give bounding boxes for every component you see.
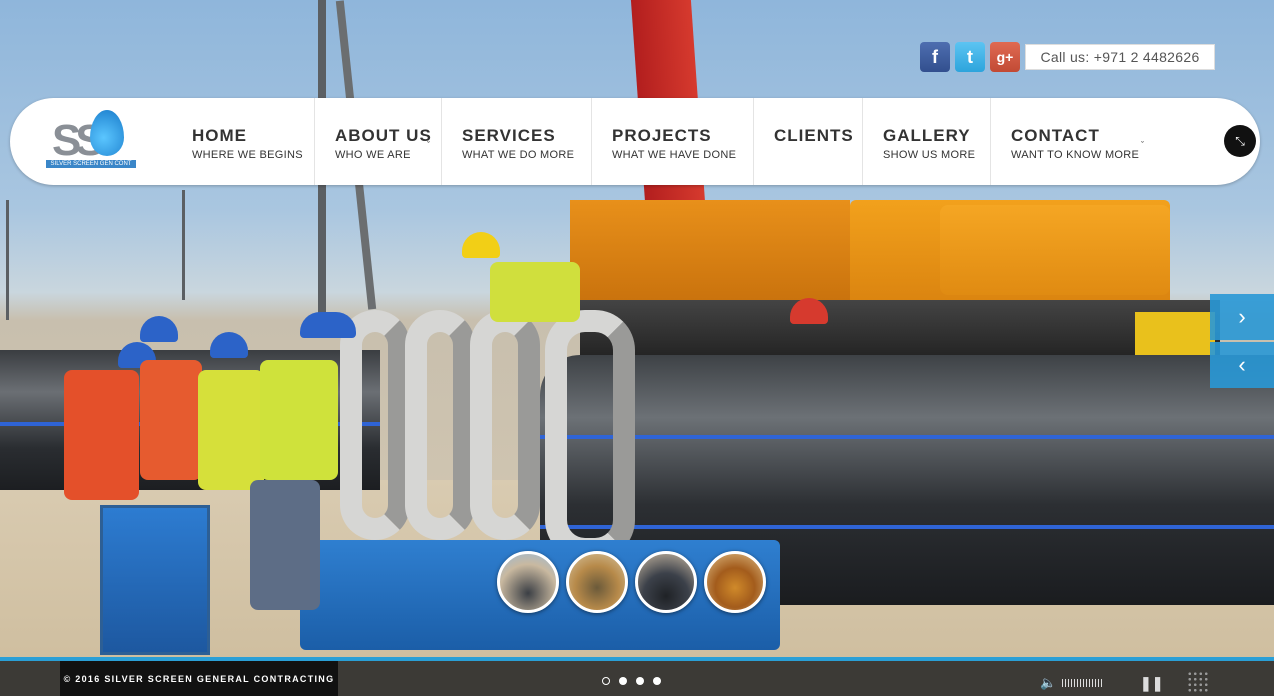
slider-next-button[interactable]: › [1210, 294, 1274, 340]
slide-dot-2[interactable] [619, 677, 627, 685]
call-us-box: Call us: +971 2 4482626 [1025, 44, 1215, 70]
slide-thumbnail-3[interactable] [635, 551, 697, 613]
nav-title: CLIENTS [774, 126, 854, 145]
truck-flatbed [580, 300, 1220, 360]
slide-thumbnail-1[interactable] [497, 551, 559, 613]
nav-item-gallery[interactable]: GALLERY SHOW US MORE [863, 98, 991, 185]
crane-base [570, 200, 850, 310]
nav-subtitle: WANT TO KNOW MORE [1011, 149, 1140, 161]
nav-title: HOME [192, 126, 247, 145]
worker [140, 360, 202, 480]
worker-legs [250, 480, 320, 610]
fusion-machine [100, 505, 210, 655]
twitter-icon[interactable]: t [955, 42, 985, 72]
nav-subtitle: WHERE WE BEGINS [192, 149, 303, 161]
volume-icon[interactable]: 🔈 [1040, 675, 1056, 691]
nav-subtitle: WHAT WE DO MORE [462, 149, 575, 161]
nav-item-projects[interactable]: PROJECTS WHAT WE HAVE DONE [592, 98, 754, 185]
worker [64, 370, 139, 500]
nav-title: GALLERY [883, 126, 971, 145]
slide-dot-1[interactable] [602, 677, 610, 685]
nav-title: PROJECTS [612, 126, 712, 145]
helmet [140, 316, 178, 342]
truck-cab [940, 205, 1170, 295]
fullscreen-toggle-icon[interactable]: ⤡ [1224, 125, 1256, 157]
social-links: f t g+ [920, 42, 1020, 72]
nav-title: ABOUT US [335, 126, 432, 145]
grid-view-icon[interactable] [1187, 671, 1209, 693]
worker [198, 370, 264, 490]
slide-thumbnail-4[interactable] [704, 551, 766, 613]
copyright-text: © 2016 SILVER SCREEN GENERAL CONTRACTING [60, 661, 338, 696]
nav-item-about-us[interactable]: ABOUT US WHO WE ARE ˇ [315, 98, 442, 185]
slide-thumbnails [497, 551, 766, 613]
helmet [462, 232, 500, 258]
googleplus-icon[interactable]: g+ [990, 42, 1020, 72]
pipe-clamp [340, 310, 410, 540]
nav-title: SERVICES [462, 126, 556, 145]
water-drop-icon [90, 110, 124, 156]
pipe-clamp [545, 310, 635, 560]
nav-item-services[interactable]: SERVICES WHAT WE DO MORE [442, 98, 592, 185]
pipe-clamp [405, 310, 475, 540]
slide-dot-3[interactable] [636, 677, 644, 685]
chevron-down-icon: ˇ [427, 140, 430, 150]
nav-item-clients[interactable]: CLIENTS [754, 98, 863, 185]
street-light [182, 190, 185, 300]
street-light [6, 200, 9, 320]
volume-slider[interactable] [1062, 679, 1103, 687]
logo-caption: SILVER SCREEN GEN CONT [46, 160, 136, 168]
slide-thumbnail-2[interactable] [566, 551, 628, 613]
nav-subtitle: WHO WE ARE [335, 149, 411, 161]
nav-item-contact[interactable]: CONTACT WANT TO KNOW MORE ˇ [991, 98, 1161, 185]
slider-prev-button[interactable]: ‹ [1210, 342, 1274, 388]
helmet [210, 332, 248, 358]
nav-subtitle: SHOW US MORE [883, 149, 976, 161]
pipe-clamp [470, 310, 540, 540]
main-navbar: SS SILVER SCREEN GEN CONT HOME WHERE WE … [10, 98, 1260, 185]
chevron-down-icon: ˇ [1141, 140, 1144, 150]
helmet [300, 312, 356, 338]
nav-item-home[interactable]: HOME WHERE WE BEGINS [172, 98, 315, 185]
nav-subtitle: WHAT WE HAVE DONE [612, 149, 737, 161]
slide-dot-4[interactable] [653, 677, 661, 685]
worker [490, 262, 580, 322]
pause-icon[interactable]: ❚❚ [1140, 675, 1163, 692]
facebook-icon[interactable]: f [920, 42, 950, 72]
nav-title: CONTACT [1011, 126, 1100, 145]
slide-dots [602, 677, 661, 685]
site-logo[interactable]: SS SILVER SCREEN GEN CONT [46, 108, 138, 176]
worker [260, 360, 338, 480]
volume-control[interactable]: 🔈 [1040, 675, 1103, 691]
